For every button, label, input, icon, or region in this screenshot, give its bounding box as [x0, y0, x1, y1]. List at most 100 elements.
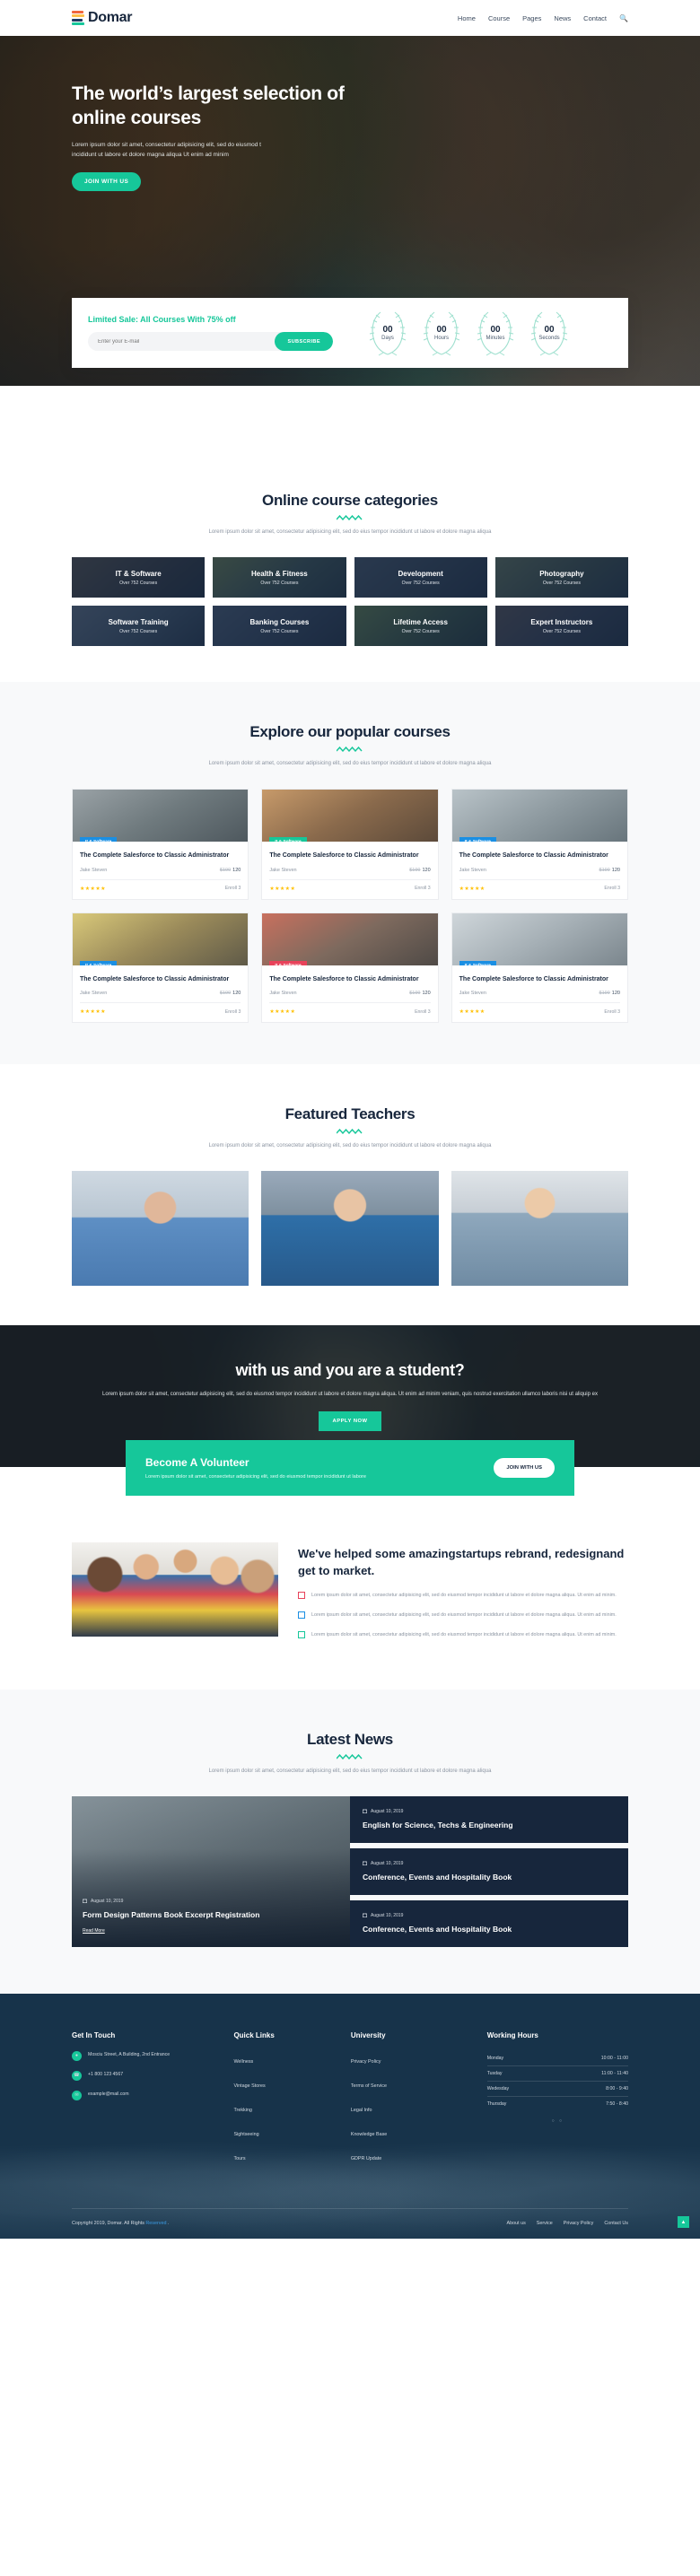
- category-sub: Over 752 Courses: [260, 628, 299, 634]
- volunteer-banner-wrap: Become A Volunteer Lorem ipsum dolor sit…: [0, 1440, 700, 1497]
- footer-phone[interactable]: ☎ +1 800 123 4567: [72, 2071, 219, 2082]
- teachers-title: Featured Teachers: [284, 1105, 416, 1123]
- nav-item-news[interactable]: News: [554, 14, 571, 22]
- footer-contact-column: Get In Touch ● Mosciu Street, A Building…: [72, 2031, 219, 2172]
- course-card[interactable]: It & Software The Complete Salesforce to…: [261, 789, 439, 900]
- footer-link-wellness[interactable]: Wellness: [233, 2059, 253, 2065]
- news-featured-title: Form Design Patterns Book Excerpt Regist…: [83, 1909, 260, 1919]
- news-featured-date-text: August 10, 2019: [91, 1898, 124, 1904]
- countdown-days: 00 Days: [366, 308, 409, 358]
- course-card[interactable]: It & Software The Complete Salesforce to…: [261, 912, 439, 1024]
- course-enroll: Enroll 3: [224, 886, 241, 892]
- course-tag: It & Software: [80, 837, 118, 843]
- footer-link-terms-of-service[interactable]: Terms of Service: [351, 2083, 387, 2089]
- calendar-icon: [83, 1899, 87, 1904]
- email-input[interactable]: [88, 338, 276, 345]
- volunteer-join-button[interactable]: JOIN WITH US: [494, 1458, 555, 1479]
- course-rating: ★★★★★: [80, 886, 106, 892]
- footer-link-knowledge-base[interactable]: Knowledge Base: [351, 2132, 387, 2137]
- footer-bottom-link-about-us[interactable]: About us: [507, 2221, 526, 2226]
- footer-link-gdpr-update[interactable]: GDPR Update: [351, 2156, 381, 2161]
- news-read-more-link[interactable]: Read More: [83, 1928, 105, 1934]
- news-item-date-text: August 10, 2019: [371, 1860, 404, 1866]
- course-price: 120: [422, 867, 431, 873]
- course-card[interactable]: It & Software The Complete Salesforce to…: [72, 912, 249, 1024]
- category-card[interactable]: Lifetime Access Over 752 Courses: [354, 606, 487, 647]
- course-enroll: Enroll 3: [224, 1009, 241, 1015]
- search-icon[interactable]: 🔍: [619, 14, 628, 22]
- footer-hours-column: Working Hours Monday 10:00 - 11:00 Tusda…: [486, 2031, 628, 2172]
- footer-link-tours[interactable]: Tours: [233, 2156, 245, 2161]
- footer-link-legal-info[interactable]: Legal Info: [351, 2108, 372, 2113]
- nav-item-contact[interactable]: Contact: [583, 14, 607, 22]
- course-thumbnail: It & Software: [451, 790, 627, 843]
- site-footer: Get In Touch ● Mosciu Street, A Building…: [0, 1994, 700, 2240]
- footer-link-sightseeing[interactable]: Sightseeing: [233, 2132, 258, 2137]
- countdown-hours-label: Hours: [433, 336, 449, 341]
- category-name: IT & Software: [115, 569, 162, 578]
- nav-item-pages[interactable]: Pages: [522, 14, 541, 22]
- news-item[interactable]: August 10, 2019 Conference, Events and H…: [350, 1848, 628, 1896]
- course-enroll: Enroll 3: [604, 1009, 620, 1015]
- helped-feature: Lorem ipsum dolor sit amet, consectetur …: [298, 1611, 628, 1620]
- category-card[interactable]: IT & Software Over 752 Courses: [72, 557, 206, 598]
- news-featured-card[interactable]: August 10, 2019 Form Design Patterns Boo…: [72, 1796, 350, 1948]
- countdown-seconds-label: Seconds: [538, 336, 560, 341]
- hours-time: 7:50 - 8:40: [606, 2101, 628, 2108]
- category-card[interactable]: Banking Courses Over 752 Courses: [213, 606, 346, 647]
- category-card[interactable]: Health & Fitness Over 752 Courses: [213, 557, 346, 598]
- subscribe-button[interactable]: SUBSCRIBE: [275, 332, 333, 351]
- course-card[interactable]: It & Software The Complete Salesforce to…: [451, 789, 628, 900]
- countdown-hours: 00 Hours: [420, 308, 463, 358]
- category-card[interactable]: Expert Instructors Over 752 Courses: [494, 606, 628, 647]
- hero-join-button[interactable]: JOIN WITH US: [72, 171, 142, 191]
- footer-bottom-link-contact-us[interactable]: Contact Us: [604, 2221, 628, 2226]
- copyright-link[interactable]: Reserved: [145, 2221, 166, 2226]
- course-tag: It & Software: [459, 960, 496, 965]
- hours-day: Thursday: [486, 2101, 507, 2108]
- footer-link-trekking[interactable]: Trekking: [233, 2108, 251, 2113]
- copyright-post: .: [166, 2221, 170, 2227]
- category-sub: Over 752 Courses: [542, 580, 581, 586]
- category-card[interactable]: Software Training Over 752 Courses: [72, 606, 206, 647]
- countdown-days-label: Days: [381, 336, 394, 341]
- course-card[interactable]: It & Software The Complete Salesforce to…: [451, 912, 628, 1024]
- category-sub: Over 752 Courses: [401, 628, 440, 634]
- news-featured-date: August 10, 2019: [83, 1899, 339, 1904]
- news-item[interactable]: August 10, 2019 English for Science, Tec…: [350, 1796, 628, 1844]
- news-item[interactable]: August 10, 2019 Conference, Events and H…: [350, 1900, 628, 1948]
- teacher-card[interactable]: [72, 1171, 249, 1287]
- teacher-card[interactable]: [451, 1171, 628, 1287]
- envelope-icon: ✉: [72, 2091, 82, 2101]
- categories-heading: Online course categories Lorem ipsum dol…: [72, 492, 628, 537]
- category-card[interactable]: Photography Over 752 Courses: [494, 557, 628, 598]
- carousel-dots[interactable]: ○ ○: [487, 2118, 628, 2124]
- copyright: Copyright 2019, Domar. All Rights Reserv…: [72, 2221, 169, 2226]
- footer-link-vintage-stores[interactable]: Vintage Stores: [233, 2083, 265, 2089]
- teachers-section: Featured Teachers Lorem ipsum dolor sit …: [0, 1064, 700, 1325]
- apply-now-button[interactable]: APPLY NOW: [318, 1411, 382, 1432]
- course-old-price: $199: [409, 991, 421, 997]
- course-title: The Complete Salesforce to Classic Admin…: [459, 852, 608, 860]
- footer-bottom-link-privacy-policy[interactable]: Privacy Policy: [564, 2221, 594, 2226]
- course-author: Jake Steven: [269, 991, 297, 997]
- category-name: Lifetime Access: [393, 617, 448, 626]
- footer-address-text: Mosciu Street, A Building, 2nd Entrance: [88, 2052, 171, 2058]
- news-item-date-text: August 10, 2019: [371, 1808, 404, 1814]
- course-old-price: $199: [599, 867, 610, 873]
- brand-logo[interactable]: Domar: [72, 10, 132, 26]
- course-price: 120: [611, 867, 620, 873]
- courses-section: Explore our popular courses Lorem ipsum …: [0, 682, 700, 1065]
- nav-item-home[interactable]: Home: [458, 14, 476, 22]
- nav-item-course[interactable]: Course: [488, 14, 510, 22]
- courses-desc: Lorem ipsum dolor sit amet, consectetur …: [208, 761, 492, 767]
- scroll-to-top-button[interactable]: ▲: [678, 2216, 689, 2229]
- footer-email[interactable]: ✉ example@mail.com: [72, 2091, 219, 2101]
- calendar-icon: [363, 1809, 367, 1814]
- footer-link-privacy-policy[interactable]: Privacy Policy: [351, 2059, 381, 2065]
- course-card[interactable]: It & Software The Complete Salesforce to…: [72, 789, 249, 900]
- countdown-hours-value: 00: [436, 325, 447, 335]
- teacher-card[interactable]: [261, 1171, 439, 1287]
- category-card[interactable]: Development Over 752 Courses: [354, 557, 487, 598]
- footer-bottom-link-service[interactable]: Service: [537, 2221, 553, 2226]
